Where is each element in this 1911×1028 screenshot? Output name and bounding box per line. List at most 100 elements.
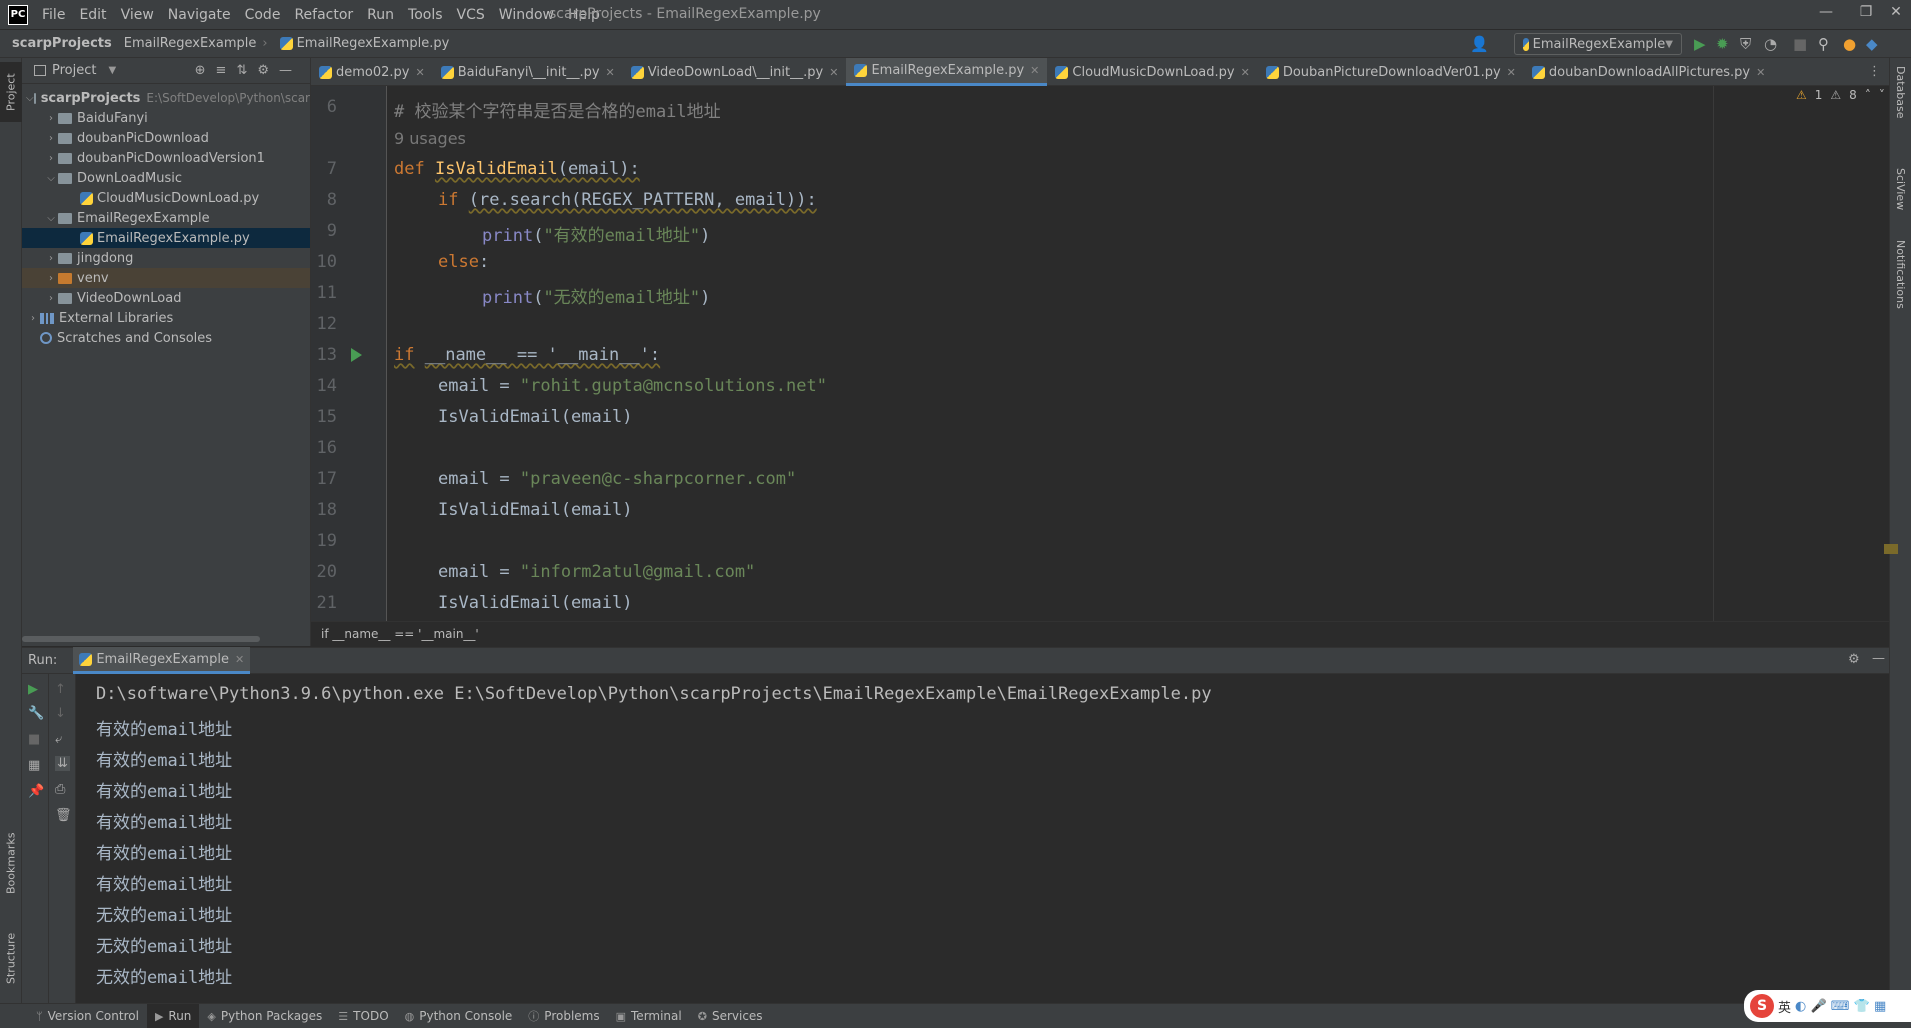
close-tab-icon[interactable]: ✕ xyxy=(606,66,615,79)
tree-item-emailregexexample-py[interactable]: EmailRegexExample.py xyxy=(22,228,310,248)
chevron-right-icon[interactable]: › xyxy=(26,313,40,324)
menu-window[interactable]: Window xyxy=(499,7,554,23)
search-icon[interactable]: ⚲ xyxy=(1818,35,1829,53)
tab-baidufanyi-init[interactable]: BaiduFanyi\__init__.py ✕ xyxy=(433,58,623,86)
rerun-icon[interactable]: ▶ xyxy=(28,682,38,697)
bookmarks-tool-tab[interactable]: Bookmarks xyxy=(0,818,22,908)
project-toolbar-icons[interactable]: ⊕≡⇅⚙— xyxy=(195,63,302,78)
tree-item-downloadmusic[interactable]: ⌵ DownLoadMusic xyxy=(22,168,310,188)
tool-python-console[interactable]: ◍ Python Console xyxy=(397,1004,521,1028)
pin-icon[interactable]: 📌 xyxy=(28,784,44,799)
tab-emailregexexample[interactable]: EmailRegexExample.py ✕ xyxy=(846,58,1048,86)
tree-item-root[interactable]: ⌵ scarpProjects E:\SoftDevelop\Python\sc… xyxy=(22,88,310,108)
notifications-tool-tab[interactable]: Notifications xyxy=(1894,240,1907,309)
tool-run[interactable]: ▶ Run xyxy=(146,1003,200,1028)
chevron-right-icon[interactable]: › xyxy=(44,153,58,164)
scroll-to-end-icon[interactable]: ⇊ xyxy=(55,756,70,771)
profile-icon[interactable]: ◔ xyxy=(1764,35,1777,53)
project-panel-title[interactable]: Project xyxy=(52,63,96,78)
tool-services[interactable]: ✪ Services xyxy=(690,1004,771,1028)
tab-videodownload-init[interactable]: VideoDownLoad\__init__.py ✕ xyxy=(623,58,847,86)
close-tab-icon[interactable]: ✕ xyxy=(235,653,244,666)
chevron-right-icon[interactable]: › xyxy=(44,113,58,124)
ime-toolbar[interactable]: S 英 ◐ 🎤 ⌨ 👕 ▦ xyxy=(1744,990,1911,1022)
project-horizontal-scrollbar[interactable] xyxy=(22,636,260,642)
chevron-down-icon[interactable]: ˅ xyxy=(1879,88,1885,102)
run-console-output[interactable]: D:\software\Python3.9.6\python.exe E:\So… xyxy=(76,674,1889,1003)
chevron-down-icon[interactable]: ⌵ xyxy=(26,93,34,104)
arrow-down-icon[interactable]: ↓ xyxy=(55,706,66,721)
breadcrumb-file[interactable]: EmailRegexExample.py xyxy=(279,36,449,51)
layout-icon[interactable]: ▦ xyxy=(28,758,40,773)
run-configuration-select[interactable]: EmailRegexExample ▼ xyxy=(1514,33,1682,55)
arrow-up-icon[interactable]: ↑ xyxy=(55,682,66,697)
close-tab-icon[interactable]: ✕ xyxy=(416,66,425,79)
menu-edit[interactable]: Edit xyxy=(79,7,106,23)
close-icon[interactable]: ✕ xyxy=(1876,4,1911,20)
chevron-right-icon[interactable]: › xyxy=(44,253,58,264)
tab-doubanpicturedownloadver01[interactable]: DoubanPictureDownloadVer01.py ✕ xyxy=(1258,58,1524,86)
tree-item-cloudmusicdownload[interactable]: CloudMusicDownLoad.py xyxy=(22,188,310,208)
close-tab-icon[interactable]: ✕ xyxy=(1030,64,1039,77)
chevron-right-icon[interactable]: › xyxy=(44,293,58,304)
tool-terminal[interactable]: ▣ Terminal xyxy=(608,1004,690,1028)
close-tab-icon[interactable]: ✕ xyxy=(1241,66,1250,79)
menu-view[interactable]: View xyxy=(121,7,154,23)
code-editor[interactable]: 6 7 8 9 10 11 12 13 14 15 16 17 18 19 20… xyxy=(311,86,1889,621)
tree-item-baidufanyi[interactable]: › BaiduFanyi xyxy=(22,108,310,128)
tree-item-jingdong[interactable]: › jingdong xyxy=(22,248,310,268)
more-tabs-icon[interactable]: ⋮ xyxy=(1868,64,1881,79)
chevron-right-icon[interactable]: › xyxy=(44,133,58,144)
tree-item-videodownload[interactable]: › VideoDownLoad xyxy=(22,288,310,308)
chevron-down-icon[interactable]: ▼ xyxy=(108,65,116,76)
update-icon[interactable]: ● xyxy=(1843,35,1856,53)
debug-icon[interactable]: ✹ xyxy=(1716,35,1729,53)
print-icon[interactable]: ⎙ xyxy=(55,782,65,797)
tree-item-emailregexexample[interactable]: ⌵ EmailRegexExample xyxy=(22,208,310,228)
chevron-down-icon[interactable]: ⌵ xyxy=(44,213,58,224)
run-icon[interactable]: ▶ xyxy=(1694,35,1706,53)
database-tool-tab[interactable]: Database xyxy=(1894,66,1907,119)
tool-python-packages[interactable]: ◈ Python Packages xyxy=(199,1004,330,1028)
tree-item-external-libraries[interactable]: › External Libraries xyxy=(22,308,310,328)
menu-navigate[interactable]: Navigate xyxy=(168,7,231,23)
run-tab-emailregexexample[interactable]: EmailRegexExample ✕ xyxy=(73,647,251,674)
menu-code[interactable]: Code xyxy=(245,7,281,23)
code-breadcrumb[interactable]: if __name__ == '__main__' xyxy=(311,621,1889,646)
plugin-icon[interactable]: ◆ xyxy=(1866,35,1878,53)
usages-hint[interactable]: 9 usages xyxy=(394,129,466,148)
menu-refactor[interactable]: Refactor xyxy=(294,7,353,23)
trash-icon[interactable]: 🗑 xyxy=(55,808,72,823)
menu-file[interactable]: File xyxy=(42,7,65,23)
chevron-right-icon[interactable]: › xyxy=(44,273,58,284)
close-tab-icon[interactable]: ✕ xyxy=(1507,66,1516,79)
gear-icon[interactable]: ⚙ xyxy=(1848,652,1860,667)
tab-cloudmusicdownload[interactable]: CloudMusicDownLoad.py ✕ xyxy=(1047,58,1257,86)
tool-todo[interactable]: ☰ TODO xyxy=(330,1004,396,1028)
stop-icon[interactable]: ■ xyxy=(1793,35,1807,53)
minimize-icon[interactable]: — xyxy=(1806,4,1846,20)
tree-item-scratches[interactable]: Scratches and Consoles xyxy=(22,328,310,348)
scrollbar-warning-marker[interactable] xyxy=(1884,544,1898,554)
breadcrumb-folder[interactable]: EmailRegexExample xyxy=(124,36,257,51)
structure-tool-tab[interactable]: Structure xyxy=(0,918,22,998)
inspection-widget[interactable]: ⚠ 1 ⚠ 8 ˄ ˅ xyxy=(1796,88,1885,102)
ime-language-label[interactable]: 英 xyxy=(1778,997,1791,1016)
menu-run[interactable]: Run xyxy=(367,7,394,23)
breadcrumb-project[interactable]: scarpProjects xyxy=(12,36,112,51)
soft-wrap-icon[interactable]: ⤶ xyxy=(55,732,62,747)
coverage-icon[interactable]: ⛨ xyxy=(1740,35,1751,53)
menu-vcs[interactable]: VCS xyxy=(457,7,485,23)
close-tab-icon[interactable]: ✕ xyxy=(1756,66,1765,79)
tab-demo02[interactable]: demo02.py ✕ xyxy=(311,58,433,86)
chevron-up-icon[interactable]: ˄ xyxy=(1865,88,1871,102)
chevron-down-icon[interactable]: ⌵ xyxy=(44,173,58,184)
stop-icon[interactable]: ■ xyxy=(28,732,40,747)
project-tool-tab[interactable]: Project xyxy=(0,62,22,122)
hide-panel-icon[interactable]: — xyxy=(1872,651,1885,666)
wrench-icon[interactable]: 🔧 xyxy=(28,706,44,721)
user-icon[interactable]: 👤 xyxy=(1470,35,1489,53)
sciview-tool-tab[interactable]: SciView xyxy=(1894,168,1907,210)
tree-item-doubanpicdownloadversion1[interactable]: › doubanPicDownloadVersion1 xyxy=(22,148,310,168)
run-gutter-icon[interactable] xyxy=(351,348,362,362)
